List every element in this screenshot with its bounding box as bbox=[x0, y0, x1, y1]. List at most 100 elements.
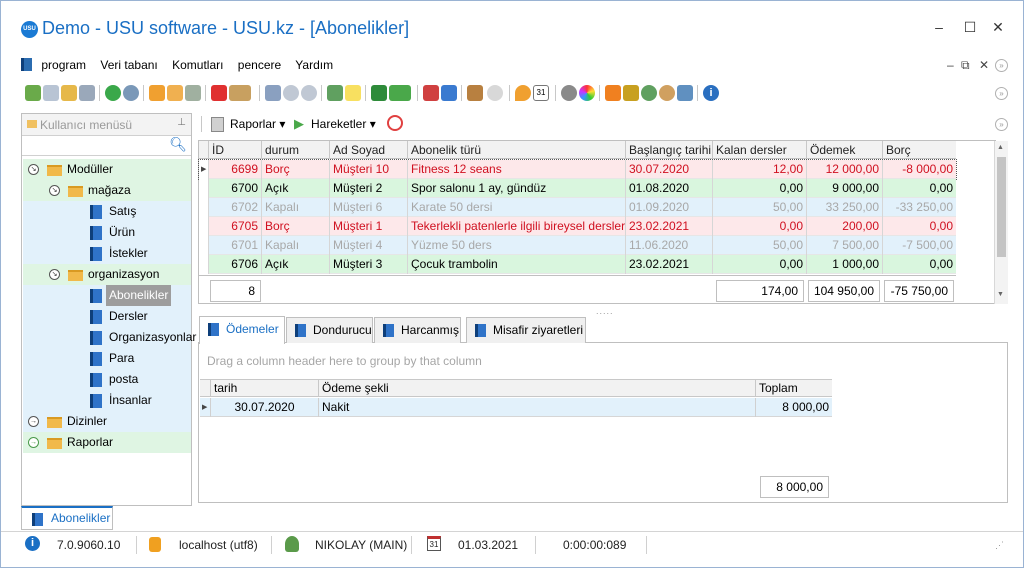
tab-spent[interactable]: Harcanmış bbox=[374, 317, 461, 343]
tab-guest-visits[interactable]: Misafir ziyaretleri bbox=[466, 317, 586, 343]
tree-item-dizinler[interactable]: → Dizinler bbox=[23, 411, 191, 432]
table-row[interactable]: ▶ 6699 Borç Müşteri 10 Fitness 12 seans 30.07… bbox=[198, 159, 957, 180]
refresh-icon[interactable] bbox=[105, 85, 121, 101]
cell-status[interactable]: Borç bbox=[261, 160, 329, 179]
column-header-remaining[interactable]: Kalan dersler bbox=[712, 141, 806, 159]
cell-name[interactable]: Müşteri 1 bbox=[329, 217, 407, 236]
excel-export-icon[interactable] bbox=[371, 85, 387, 101]
cell-payment[interactable]: 12 000,00 bbox=[806, 160, 882, 179]
new-window-icon[interactable] bbox=[423, 85, 439, 101]
cell-name[interactable]: Müşteri 3 bbox=[329, 255, 407, 274]
mdi-minimize-button[interactable]: – bbox=[947, 58, 954, 72]
user-settings-icon[interactable] bbox=[641, 85, 657, 101]
rss-icon[interactable] bbox=[605, 85, 621, 101]
tree-item-dersler[interactable]: Dersler bbox=[23, 306, 191, 327]
column-header-status[interactable]: durum bbox=[261, 141, 329, 159]
cell-start-date[interactable]: 23.02.2021 bbox=[625, 217, 712, 236]
table-row[interactable]: 6700 Açık Müşteri 2 Spor salonu 1 ay, gündü… bbox=[199, 179, 956, 198]
cell-debt[interactable]: -33 250,00 bbox=[882, 198, 956, 217]
tab-payments[interactable]: Ödemeler bbox=[199, 316, 285, 344]
expand-toggle-icon[interactable]: ↘ bbox=[49, 269, 60, 280]
column-header-name[interactable]: Ad Soyad bbox=[329, 141, 407, 159]
tree-item-posta[interactable]: posta bbox=[23, 369, 191, 390]
cell-type[interactable]: Yüzme 50 ders bbox=[407, 236, 625, 255]
cell-id[interactable]: 6702 bbox=[208, 198, 261, 217]
cell-name[interactable]: Müşteri 2 bbox=[329, 179, 407, 198]
window-tab-abonelikler[interactable]: Abonelikler bbox=[21, 506, 113, 530]
cell-type[interactable]: Spor salonu 1 ay, gündüz bbox=[407, 179, 625, 198]
mdi-close-button[interactable]: ✕ bbox=[979, 58, 989, 72]
column-header-total[interactable]: Toplam bbox=[755, 380, 832, 397]
table-row[interactable]: ▶ 30.07.2020 Nakit 8 000,00 bbox=[200, 398, 832, 417]
mdi-restore-button[interactable]: ⧉ bbox=[961, 58, 970, 73]
columns-icon[interactable] bbox=[265, 85, 281, 101]
cell-remaining[interactable]: 0,00 bbox=[712, 255, 806, 274]
cell-payment-method[interactable]: Nakit bbox=[318, 398, 755, 417]
scroll-down-icon[interactable]: ▼ bbox=[997, 291, 1004, 298]
menu-collapse-icon[interactable]: » bbox=[995, 59, 1008, 72]
cell-type[interactable]: Fitness 12 seans bbox=[407, 160, 625, 179]
actions-menu-button[interactable]: Hareketler ▾ bbox=[311, 117, 376, 131]
column-header-start-date[interactable]: Başlangıç tarihi bbox=[625, 141, 712, 159]
cell-start-date[interactable]: 30.07.2020 bbox=[625, 160, 712, 179]
group-by-hint[interactable]: Drag a column header here to group by th… bbox=[207, 354, 482, 368]
menu-database[interactable]: Veri tabanı bbox=[100, 58, 157, 72]
color-palette-icon[interactable] bbox=[579, 85, 595, 101]
cell-remaining[interactable]: 0,00 bbox=[712, 179, 806, 198]
cell-name[interactable]: Müşteri 6 bbox=[329, 198, 407, 217]
tree-item-insanlar[interactable]: İnsanlar bbox=[23, 390, 191, 411]
reports-menu-button[interactable]: Raporlar ▾ bbox=[230, 117, 285, 131]
cell-debt[interactable]: -8 000,00 bbox=[882, 160, 956, 179]
cell-id[interactable]: 6699 bbox=[208, 160, 261, 179]
scroll-thumb[interactable] bbox=[997, 157, 1006, 257]
flag-icon[interactable] bbox=[211, 85, 227, 101]
cell-debt[interactable]: 0,00 bbox=[882, 255, 956, 274]
tree-item-raporlar[interactable]: → Raporlar bbox=[23, 432, 191, 453]
sidebar-search[interactable]: 🔍︎ bbox=[22, 136, 191, 156]
close-button[interactable]: ✕ bbox=[990, 19, 1006, 36]
search-icon[interactable]: 🔍︎ bbox=[169, 136, 187, 153]
cell-id[interactable]: 6700 bbox=[208, 179, 261, 198]
users-group-icon[interactable] bbox=[659, 85, 675, 101]
column-header-date[interactable]: tarih bbox=[210, 380, 318, 397]
expand-all-icon[interactable] bbox=[283, 85, 299, 101]
cell-date[interactable]: 30.07.2020 bbox=[210, 398, 318, 417]
cell-name[interactable]: Müşteri 10 bbox=[329, 160, 407, 179]
window-icon[interactable] bbox=[441, 85, 457, 101]
column-header-payment[interactable]: Ödemek bbox=[806, 141, 882, 159]
cell-remaining[interactable]: 50,00 bbox=[712, 236, 806, 255]
expand-toggle-icon[interactable]: → bbox=[28, 416, 39, 427]
exit-icon[interactable] bbox=[467, 85, 483, 101]
note-icon[interactable] bbox=[345, 85, 361, 101]
cell-type[interactable]: Karate 50 dersi bbox=[407, 198, 625, 217]
add-row-icon[interactable] bbox=[327, 85, 343, 101]
cell-status[interactable]: Borç bbox=[261, 217, 329, 236]
tree-item-istekler[interactable]: İstekler bbox=[23, 243, 191, 264]
table-row[interactable]: 6701 Kapalı Müşteri 4 Yüzme 50 ders 11.06.20… bbox=[199, 236, 956, 255]
cell-name[interactable]: Müşteri 4 bbox=[329, 236, 407, 255]
table-row[interactable]: 6702 Kapalı Müşteri 6 Karate 50 dersi 01.09.… bbox=[199, 198, 956, 217]
location-pin-icon[interactable] bbox=[515, 85, 531, 101]
expand-toggle-icon[interactable]: ↘ bbox=[49, 185, 60, 196]
cell-remaining[interactable]: 12,00 bbox=[712, 160, 806, 179]
menu-commands[interactable]: Komutları bbox=[172, 58, 223, 72]
expand-toggle-icon[interactable]: → bbox=[28, 437, 39, 448]
cell-id[interactable]: 6705 bbox=[208, 217, 261, 236]
cell-debt[interactable]: -7 500,00 bbox=[882, 236, 956, 255]
grid-scrollbar[interactable]: ▲ ▼ bbox=[994, 141, 1008, 304]
cell-remaining[interactable]: 50,00 bbox=[712, 198, 806, 217]
cell-status[interactable]: Açık bbox=[261, 179, 329, 198]
resize-grip-icon[interactable]: ⋰ bbox=[995, 540, 1004, 551]
tree-item-moduller[interactable]: ↘ Modüller bbox=[23, 159, 191, 180]
menu-program[interactable]: program bbox=[41, 58, 86, 72]
maximize-button[interactable]: ☐ bbox=[962, 19, 978, 36]
cell-debt[interactable]: 0,00 bbox=[882, 217, 956, 236]
column-header-id[interactable]: İD bbox=[208, 141, 261, 159]
filter-icon[interactable] bbox=[149, 85, 165, 101]
info-icon[interactable]: i bbox=[703, 85, 719, 101]
tab-freezer[interactable]: Dondurucu bbox=[286, 317, 373, 343]
scroll-up-icon[interactable]: ▲ bbox=[997, 144, 1004, 151]
cell-start-date[interactable]: 11.06.2020 bbox=[625, 236, 712, 255]
cell-start-date[interactable]: 23.02.2021 bbox=[625, 255, 712, 274]
calendar-icon[interactable]: 31 bbox=[533, 85, 549, 101]
